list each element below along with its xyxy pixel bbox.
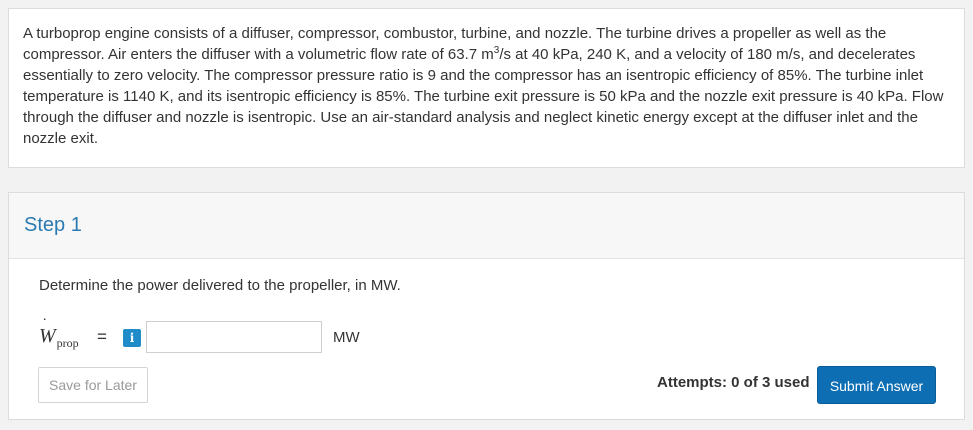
step-title: Step 1 <box>24 214 82 236</box>
answer-row: ˙ Wprop = i MW <box>39 316 639 355</box>
equals-sign: = <box>97 327 107 346</box>
submit-answer-button[interactable]: Submit Answer <box>817 366 936 404</box>
variable-dot: ˙ <box>42 316 48 333</box>
step-card: Step 1 Determine the power delivered to … <box>8 192 965 420</box>
variable-subscript: prop <box>56 336 79 350</box>
attempts-counter: Attempts: 0 of 3 used <box>657 374 810 391</box>
step-question: Determine the power delivered to the pro… <box>39 277 401 294</box>
step-header: Step 1 <box>9 193 964 259</box>
problem-statement: A turboprop engine consists of a diffuse… <box>8 8 965 168</box>
variable-label: ˙ Wprop <box>39 316 79 350</box>
unit-label: MW <box>333 329 360 346</box>
save-for-later-button[interactable]: Save for Later <box>38 367 148 403</box>
info-icon[interactable]: i <box>123 329 141 347</box>
answer-input[interactable] <box>146 321 322 353</box>
